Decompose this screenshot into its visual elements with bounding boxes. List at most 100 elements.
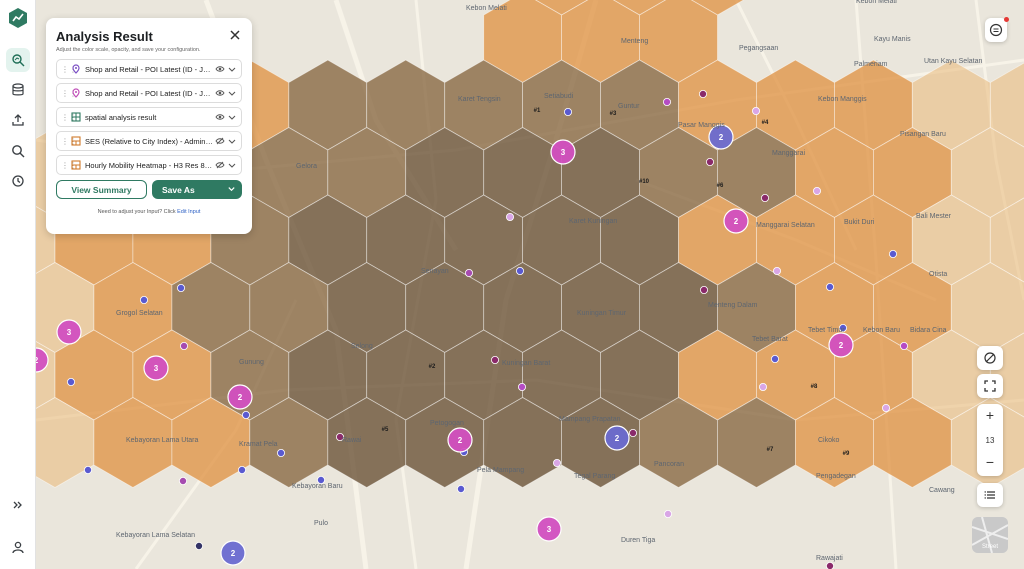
place-label: Pulo bbox=[314, 520, 329, 527]
cluster-count: 2 bbox=[719, 133, 724, 142]
layer-label: spatial analysis result bbox=[85, 112, 157, 122]
drag-handle-icon[interactable]: ⋮⋮ bbox=[61, 137, 77, 146]
chevron-down-icon[interactable] bbox=[227, 88, 237, 98]
panel-title: Analysis Result bbox=[56, 29, 153, 44]
poi-dot bbox=[194, 542, 203, 551]
poi-dot bbox=[706, 157, 715, 166]
poi-dot bbox=[178, 476, 187, 485]
history-icon[interactable] bbox=[6, 169, 30, 193]
hex-id-label: #3 bbox=[610, 111, 617, 117]
layer-item-ses[interactable]: ⋮⋮ SES (Relative to City Index) - Admin … bbox=[56, 131, 242, 151]
notification-dot bbox=[1004, 17, 1009, 22]
place-label: Grogol Selatan bbox=[116, 310, 163, 317]
upload-icon[interactable] bbox=[6, 108, 30, 132]
edit-input-link[interactable]: Edit Input bbox=[177, 209, 200, 215]
view-summary-button[interactable]: View Summary bbox=[56, 180, 147, 199]
poi-dot bbox=[517, 382, 526, 391]
layer-item-spatial-analysis[interactable]: ⋮⋮ spatial analysis result bbox=[56, 107, 242, 127]
poi-dot bbox=[771, 354, 780, 363]
fullscreen-icon bbox=[984, 380, 996, 392]
place-label: Pancoran bbox=[654, 461, 684, 468]
place-label: Kebon Melati bbox=[466, 5, 507, 12]
analysis-icon[interactable] bbox=[6, 48, 30, 72]
drag-handle-icon[interactable]: ⋮⋮ bbox=[61, 161, 77, 170]
database-icon[interactable] bbox=[6, 78, 30, 102]
place-label: Bukit Duri bbox=[844, 219, 875, 226]
street-label: Street bbox=[981, 544, 998, 550]
zoom-control: + 13 − bbox=[977, 404, 1003, 476]
poi-dot bbox=[700, 285, 709, 294]
edit-input-hint: Need to adjust your Input? Click Edit In… bbox=[56, 209, 242, 215]
expand-icon[interactable] bbox=[6, 493, 30, 517]
poi-dot bbox=[826, 282, 835, 291]
cluster-count: 3 bbox=[154, 364, 159, 373]
zoom-level: 13 bbox=[985, 436, 995, 445]
hex-id-label: #8 bbox=[811, 384, 818, 390]
place-label: Tegal Parang bbox=[574, 473, 616, 480]
chevron-down-icon[interactable] bbox=[227, 160, 237, 170]
place-label: Palmeriam bbox=[854, 61, 888, 68]
basemap-switcher[interactable]: Street bbox=[972, 517, 1008, 553]
poi-dot bbox=[179, 341, 188, 350]
place-label: Utan Kayu Selatan bbox=[924, 58, 983, 65]
compass-button[interactable] bbox=[977, 346, 1003, 370]
search-icon[interactable] bbox=[6, 139, 30, 163]
eye-icon[interactable] bbox=[215, 88, 225, 98]
place-label: Gunung bbox=[239, 359, 264, 366]
save-as-label: Save As bbox=[162, 184, 195, 195]
logo-icon[interactable] bbox=[7, 7, 29, 29]
drag-handle-icon[interactable]: ⋮⋮ bbox=[61, 113, 77, 122]
poi-dot bbox=[84, 465, 93, 474]
close-icon[interactable] bbox=[228, 28, 242, 42]
hint-text: Need to adjust your Input? Click bbox=[97, 209, 176, 215]
place-label: Menteng Dalam bbox=[708, 302, 758, 309]
poi-dot bbox=[826, 562, 834, 569]
poi-dot bbox=[759, 382, 768, 391]
eye-icon[interactable] bbox=[215, 112, 225, 122]
cluster-count: 2 bbox=[238, 393, 243, 402]
place-label: Rawai bbox=[342, 437, 362, 444]
eye-icon[interactable] bbox=[215, 64, 225, 74]
chevron-down-icon[interactable] bbox=[227, 64, 237, 74]
chat-icon bbox=[989, 23, 1003, 37]
eye-off-icon[interactable] bbox=[215, 160, 225, 170]
layer-item-mobility-heatmap[interactable]: ⋮⋮ Hourly Mobility Heatmap - H3 Res 8 La… bbox=[56, 155, 242, 175]
place-label: Kebayoran Lama Selatan bbox=[116, 532, 195, 539]
place-label: Kuningan Timur bbox=[577, 310, 627, 317]
compass-icon bbox=[984, 352, 996, 364]
place-label: Setiabudi bbox=[544, 93, 574, 100]
chevron-down-icon[interactable] bbox=[227, 184, 236, 195]
chevron-down-icon[interactable] bbox=[227, 112, 237, 122]
user-icon[interactable] bbox=[6, 535, 30, 559]
layer-list: ⋮⋮ Shop and Retail - POI Latest (ID - Ja… bbox=[56, 59, 242, 175]
poi-dot bbox=[761, 193, 770, 202]
poi-dot bbox=[464, 268, 473, 277]
polygon-icon bbox=[71, 160, 81, 170]
layer-label: Shop and Retail - POI Latest (ID - Jakar… bbox=[85, 64, 213, 74]
cluster-count: 3 bbox=[547, 525, 552, 534]
fullscreen-button[interactable] bbox=[977, 374, 1003, 398]
place-label: Selong bbox=[351, 343, 373, 350]
drag-handle-icon[interactable]: ⋮⋮ bbox=[61, 89, 77, 98]
save-as-button[interactable]: Save As bbox=[152, 180, 242, 199]
legend-button[interactable] bbox=[977, 483, 1003, 507]
drag-handle-icon[interactable]: ⋮⋮ bbox=[61, 65, 77, 74]
zoom-in-button[interactable]: + bbox=[977, 407, 1003, 423]
layer-item-shop-retail-2[interactable]: ⋮⋮ Shop and Retail - POI Latest (ID - Ja… bbox=[56, 83, 242, 103]
place-label: Manggarai Selatan bbox=[756, 222, 815, 229]
poi-dot bbox=[505, 212, 514, 221]
chevron-down-icon[interactable] bbox=[227, 136, 237, 146]
cluster-count: 3 bbox=[561, 148, 566, 157]
layer-item-shop-retail-1[interactable]: ⋮⋮ Shop and Retail - POI Latest (ID - Ja… bbox=[56, 59, 242, 79]
eye-off-icon[interactable] bbox=[215, 136, 225, 146]
cluster-count: 2 bbox=[839, 341, 844, 350]
layers-toggle-button[interactable] bbox=[985, 17, 1009, 42]
place-label: Karet Tengsin bbox=[458, 96, 501, 103]
poi-dot bbox=[176, 283, 185, 292]
poi-dot bbox=[900, 341, 909, 350]
place-label: Tebet Timur bbox=[808, 327, 845, 334]
place-label: Otista bbox=[929, 271, 948, 278]
poi-dot bbox=[553, 458, 562, 467]
zoom-out-button[interactable]: − bbox=[977, 454, 1003, 470]
place-label: Pegangsaan bbox=[739, 45, 779, 52]
